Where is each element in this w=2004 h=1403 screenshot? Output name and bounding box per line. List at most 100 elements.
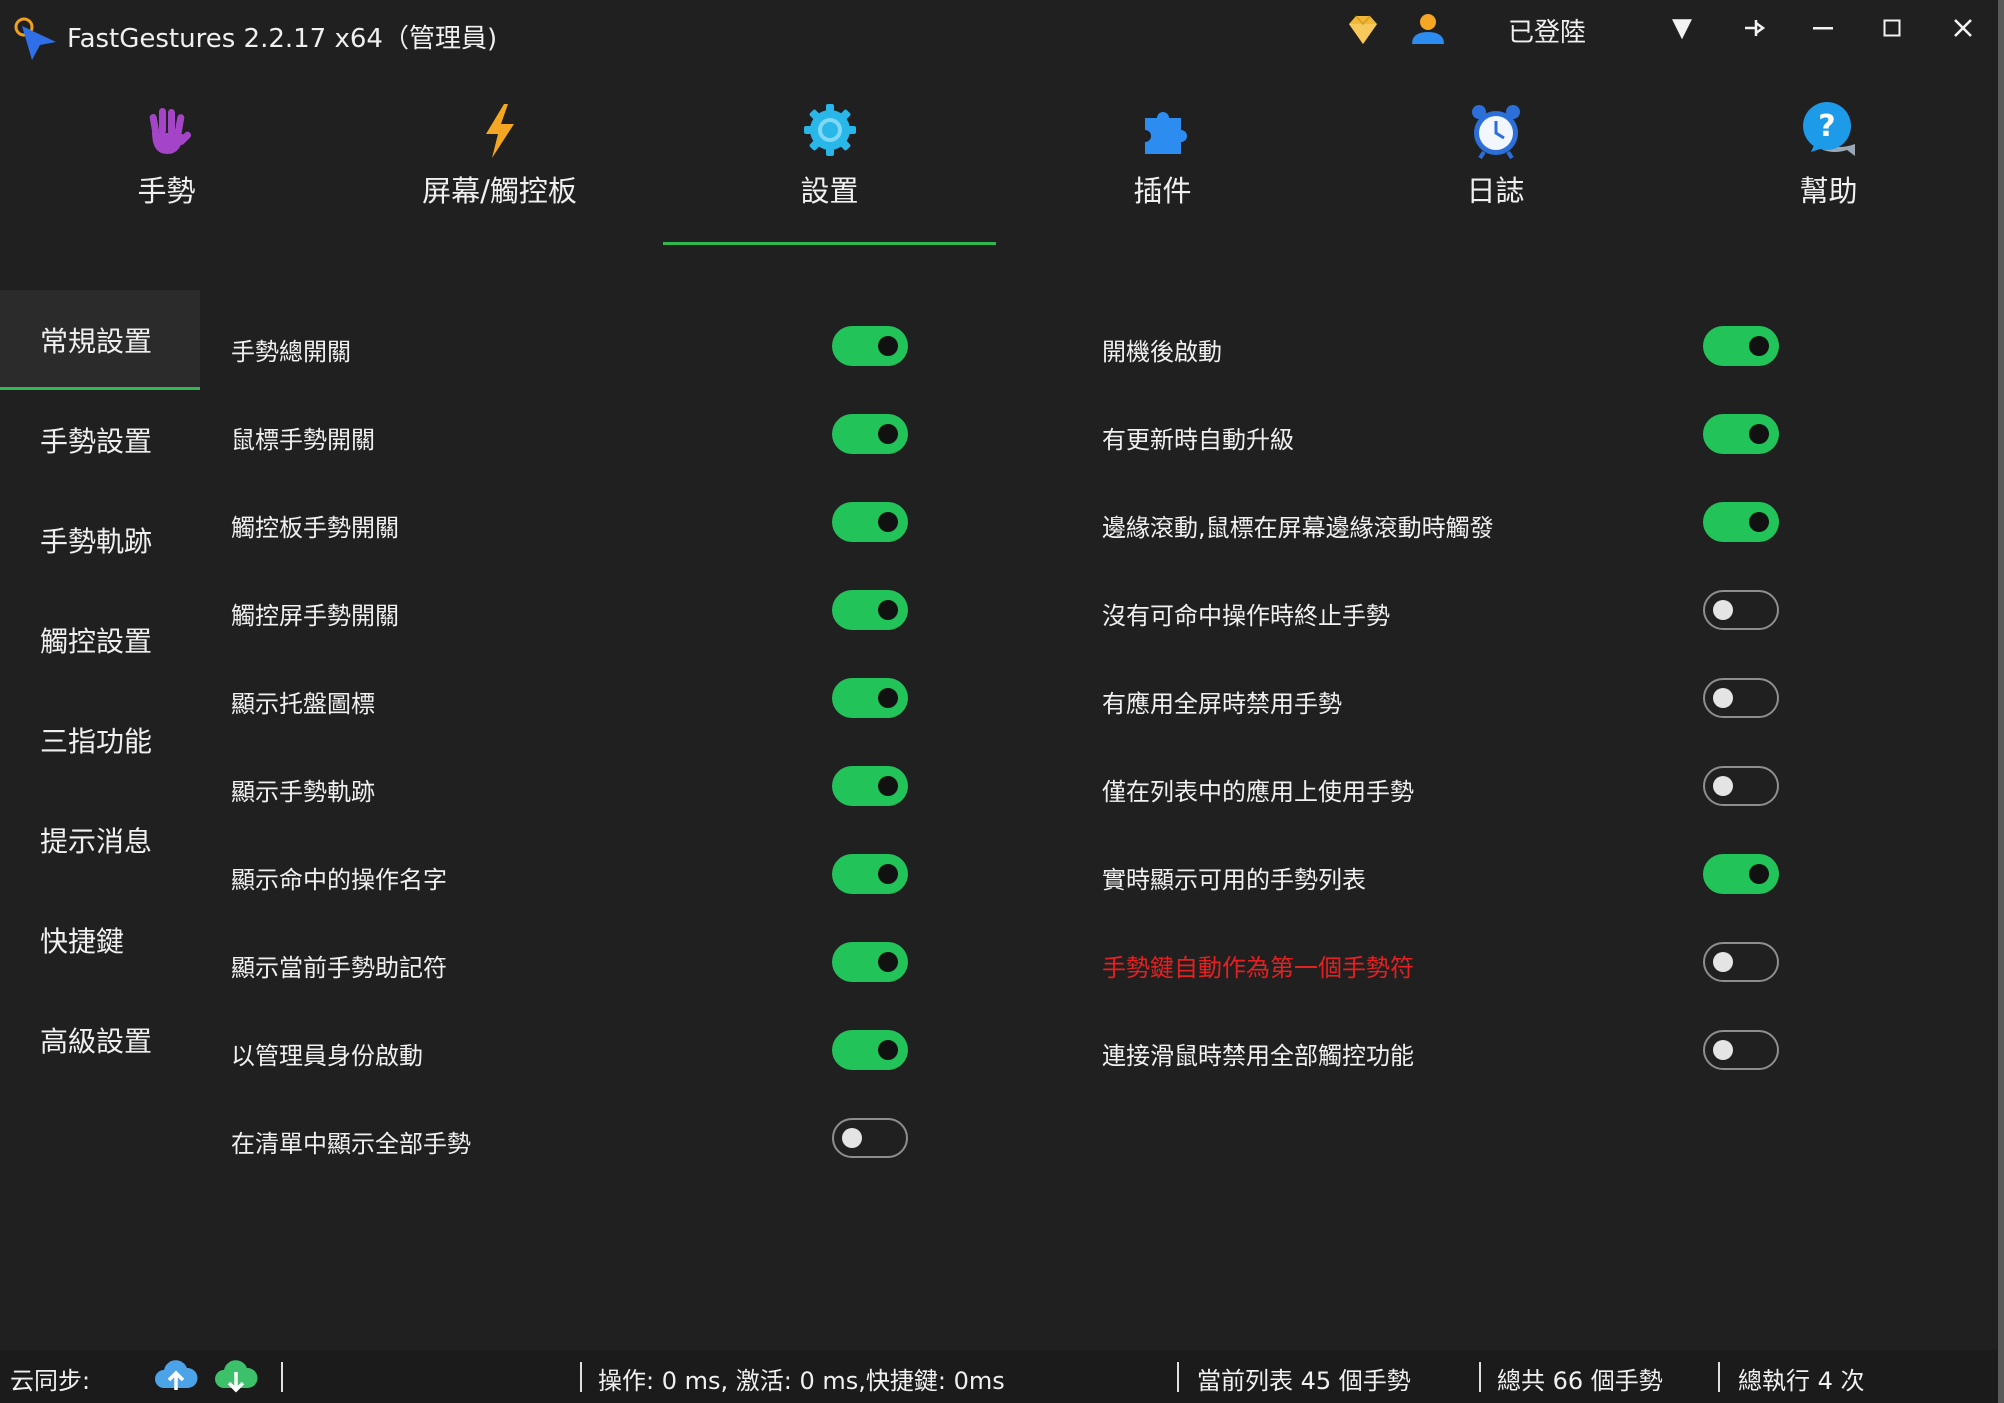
sidebar-item-advanced[interactable]: 高級設置 <box>0 990 200 1090</box>
tab-label: 設置 <box>800 174 859 208</box>
setting-label: 顯示當前手勢助記符 <box>231 954 447 982</box>
hand-icon <box>149 108 191 154</box>
status-bar: 云同步: 操作: 0 ms, 激活: 0 ms,快捷鍵: 0ms 當前列表 45… <box>0 1350 2000 1403</box>
setting-toggle[interactable] <box>832 854 908 894</box>
sidebar-item-label: 提示消息 <box>40 825 153 858</box>
setting-toggle[interactable] <box>832 414 908 454</box>
setting-toggle[interactable] <box>1703 766 1779 806</box>
sidebar-item-gesture-settings[interactable]: 手勢設置 <box>0 390 200 490</box>
setting-toggle[interactable] <box>832 590 908 630</box>
tab-log[interactable]: 日誌 <box>1329 90 1662 245</box>
sidebar-item-label: 高級設置 <box>40 1025 153 1058</box>
tab-screen-touchpad[interactable]: 屏幕/觸控板 <box>333 90 666 245</box>
app-logo-icon <box>14 17 56 60</box>
setting-label: 開機後啟動 <box>1102 338 1222 366</box>
cloud-download-icon[interactable] <box>214 1358 258 1396</box>
maximize-icon <box>1883 19 1901 37</box>
setting-label: 邊緣滾動,鼠標在屏幕邊緣滾動時觸發 <box>1102 514 1494 542</box>
sidebar-item-gesture-trail[interactable]: 手勢軌跡 <box>0 490 200 590</box>
setting-toggle[interactable] <box>1703 326 1779 366</box>
setting-row: 開機後啟動 <box>1102 318 1783 378</box>
setting-row: 沒有可命中操作時終止手勢 <box>1102 582 1783 642</box>
tab-label: 幫助 <box>1799 174 1858 208</box>
sidebar-item-label: 三指功能 <box>40 725 153 758</box>
setting-row: 邊緣滾動,鼠標在屏幕邊緣滾動時觸發 <box>1102 494 1783 554</box>
login-status: 已登陸 <box>1508 18 1587 48</box>
setting-toggle[interactable] <box>832 942 908 982</box>
total-gesture-count: 總共 66 個手勢 <box>1497 1367 1663 1395</box>
pin-button[interactable] <box>1726 8 1782 48</box>
setting-label: 有更新時自動升級 <box>1102 426 1294 454</box>
setting-label: 手勢總開關 <box>231 338 351 366</box>
close-button[interactable] <box>1935 8 1991 48</box>
setting-toggle[interactable] <box>1703 590 1779 630</box>
sidebar-item-notifications[interactable]: 提示消息 <box>0 790 200 890</box>
lightning-icon <box>485 104 514 158</box>
tab-label: 手勢 <box>137 174 196 208</box>
minimize-button[interactable] <box>1795 8 1851 48</box>
sidebar-item-label: 手勢設置 <box>40 425 153 458</box>
sidebar-item-hotkeys[interactable]: 快捷鍵 <box>0 890 200 990</box>
sidebar-item-label: 快捷鍵 <box>40 925 125 958</box>
sidebar-item-three-finger[interactable]: 三指功能 <box>0 690 200 790</box>
setting-label: 顯示手勢軌跡 <box>231 778 375 806</box>
setting-toggle[interactable] <box>832 678 908 718</box>
tab-settings[interactable]: 設置 <box>663 90 996 245</box>
sidebar-item-label: 常規設置 <box>40 325 153 358</box>
window-title: FastGestures 2.2.17 x64（管理員) <box>67 24 498 54</box>
minimize-icon <box>1813 27 1833 30</box>
status-separator <box>580 1362 582 1392</box>
setting-label: 在清單中顯示全部手勢 <box>231 1130 471 1158</box>
sidebar-item-label: 觸控設置 <box>40 625 153 658</box>
setting-toggle[interactable] <box>832 766 908 806</box>
sidebar-item-label: 手勢軌跡 <box>40 525 153 558</box>
setting-label: 手勢鍵自動作為第一個手勢符 <box>1102 954 1414 982</box>
sidebar-item-touch-settings[interactable]: 觸控設置 <box>0 590 200 690</box>
tab-label: 插件 <box>1133 174 1192 208</box>
setting-toggle[interactable] <box>1703 942 1779 982</box>
help-icon: ? <box>1802 102 1855 156</box>
setting-row: 顯示托盤圖標 <box>231 670 912 730</box>
setting-toggle[interactable] <box>1703 854 1779 894</box>
execution-count: 總執行 4 次 <box>1738 1367 1865 1395</box>
active-tab-indicator <box>663 242 996 245</box>
tab-gestures[interactable]: 手勢 <box>0 90 333 245</box>
tab-help[interactable]: ? 幫助 <box>1662 90 1995 245</box>
close-icon <box>1954 19 1972 37</box>
main-nav: 手勢 屏幕/觸控板 設置 插件 日誌 ? 幫助 <box>0 90 2000 250</box>
setting-label: 有應用全屏時禁用手勢 <box>1102 690 1342 718</box>
maximize-button[interactable] <box>1864 8 1920 48</box>
title-bar: FastGestures 2.2.17 x64（管理員) 已登陸 ▼ <box>0 0 2000 70</box>
setting-label: 觸控屏手勢開關 <box>231 602 399 630</box>
sidebar-item-general[interactable]: 常規設置 <box>0 290 200 390</box>
setting-toggle[interactable] <box>832 502 908 542</box>
setting-row: 鼠標手勢開關 <box>231 406 912 466</box>
setting-row: 實時顯示可用的手勢列表 <box>1102 846 1783 906</box>
setting-toggle[interactable] <box>832 1030 908 1070</box>
cloud-sync-label: 云同步: <box>10 1367 91 1395</box>
setting-toggle[interactable] <box>832 1118 908 1158</box>
setting-label: 顯示命中的操作名字 <box>231 866 447 894</box>
status-separator <box>1479 1362 1481 1392</box>
status-separator <box>281 1362 283 1392</box>
current-list-count: 當前列表 45 個手勢 <box>1197 1367 1411 1395</box>
window-edge <box>1998 0 2004 1403</box>
settings-sidebar: 常規設置 手勢設置 手勢軌跡 觸控設置 三指功能 提示消息 快捷鍵 高級設置 <box>0 290 202 1090</box>
setting-toggle[interactable] <box>832 326 908 366</box>
user-icon[interactable] <box>1408 10 1448 50</box>
diamond-icon[interactable] <box>1343 10 1383 50</box>
alarm-clock-icon <box>1471 105 1520 160</box>
setting-row: 有應用全屏時禁用手勢 <box>1102 670 1783 730</box>
setting-toggle[interactable] <box>1703 1030 1779 1070</box>
app-window: FastGestures 2.2.17 x64（管理員) 已登陸 ▼ 手勢 屏幕… <box>0 0 2000 1403</box>
setting-label: 連接滑鼠時禁用全部觸控功能 <box>1102 1042 1414 1070</box>
setting-toggle[interactable] <box>1703 502 1779 542</box>
setting-toggle[interactable] <box>1703 414 1779 454</box>
dropdown-icon[interactable]: ▼ <box>1654 8 1710 48</box>
setting-toggle[interactable] <box>1703 678 1779 718</box>
setting-row: 以管理員身份啟動 <box>231 1022 912 1082</box>
cloud-upload-icon[interactable] <box>154 1358 198 1396</box>
tab-label: 屏幕/觸控板 <box>422 174 577 208</box>
tab-label: 日誌 <box>1466 174 1525 208</box>
tab-plugins[interactable]: 插件 <box>996 90 1329 245</box>
